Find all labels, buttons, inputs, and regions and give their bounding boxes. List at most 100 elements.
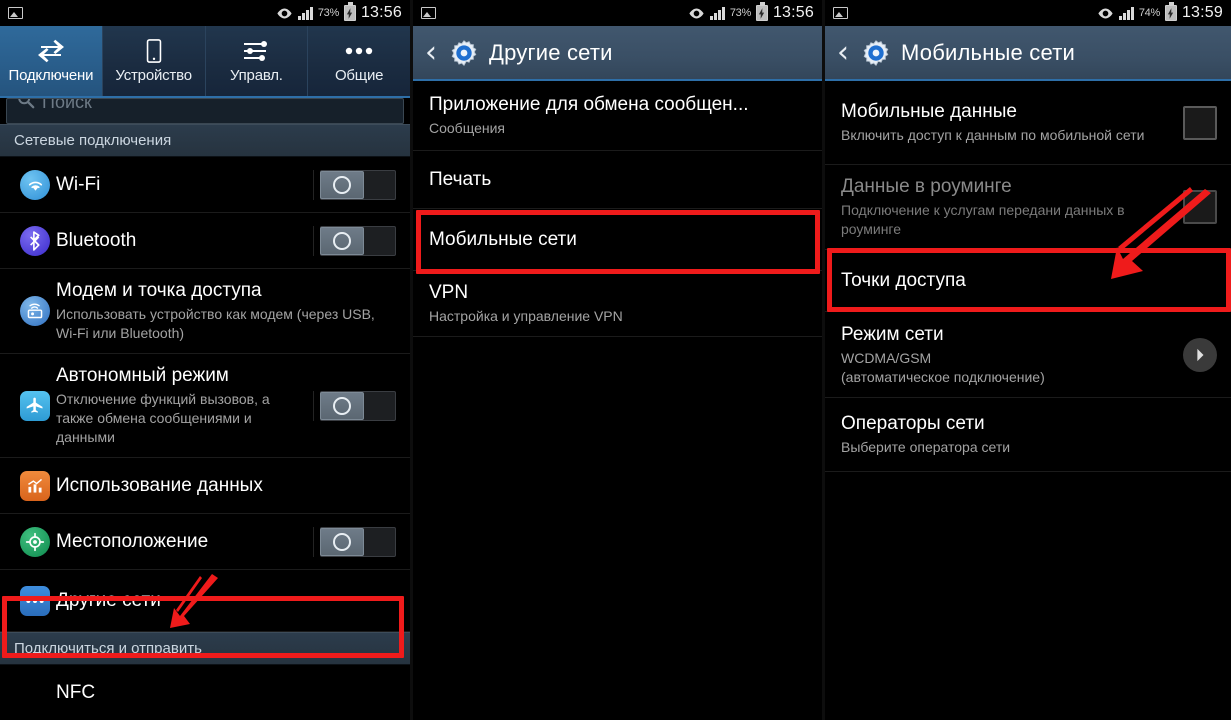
screen-mobile-networks: 74% 13:59 ‹ Мобильные сети Мобильные дан…	[822, 0, 1231, 720]
more-networks-icon	[14, 585, 56, 616]
battery-charging-icon	[755, 2, 768, 21]
eye-icon	[276, 7, 293, 20]
row-nfc[interactable]: NFC	[0, 665, 410, 720]
row-title: Автономный режим	[56, 365, 229, 386]
clock-label: 13:59	[1181, 4, 1223, 21]
row-network-mode[interactable]: Режим сети WCDMA/GSM (автоматическое под…	[825, 312, 1231, 398]
location-icon	[14, 526, 56, 557]
row-subtitle: Отключение функций вызовов, а также обме…	[56, 391, 270, 445]
row-airplane-mode[interactable]: Автономный режим Отключение функций вызо…	[0, 354, 410, 458]
back-chevron-icon[interactable]: ‹	[425, 37, 439, 68]
image-icon	[8, 7, 23, 19]
data-roaming-checkbox[interactable]	[1183, 190, 1217, 224]
tethering-icon	[14, 296, 56, 326]
row-subtitle: Настройка и управление VPN	[429, 308, 623, 324]
battery-percent-label: 74%	[1138, 7, 1160, 19]
row-mobile-data[interactable]: Мобильные данные Включить доступ к данны…	[825, 81, 1231, 165]
network-mode-chevron-right-icon[interactable]	[1183, 337, 1217, 372]
row-access-points[interactable]: Точки доступа	[825, 250, 1231, 312]
search-input[interactable]: Поиск	[6, 98, 404, 124]
row-tethering[interactable]: Модем и точка доступа Использовать устро…	[0, 269, 410, 354]
row-title: Bluetooth	[56, 229, 137, 251]
row-data-roaming[interactable]: Данные в роуминге Подключение к услугам …	[825, 165, 1231, 250]
row-vpn[interactable]: VPN Настройка и управление VPN	[413, 271, 822, 337]
battery-charging-icon	[343, 2, 356, 21]
tab-general-label: Общие	[334, 67, 384, 84]
section-header-connect-and-share: Подключиться и отправить	[0, 632, 410, 665]
tab-device[interactable]: Устройство	[103, 26, 206, 96]
action-bar: ‹ Другие сети	[413, 26, 822, 81]
row-title: Местоположение	[56, 530, 209, 552]
row-title: Данные в роуминге	[841, 176, 1012, 197]
row-subtitle: Подключение к услугам передани данных в …	[841, 202, 1125, 237]
signal-icon	[1118, 6, 1134, 20]
screen-connections: 73% 13:56 Подключени Устройство Управл. …	[0, 0, 410, 720]
row-title: Мобильные сети	[429, 228, 577, 250]
tab-general[interactable]: Общие	[308, 26, 410, 96]
row-title: Модем и точка доступа	[56, 280, 262, 301]
row-title: Точки доступа	[841, 269, 966, 291]
action-bar: ‹ Мобильные сети	[825, 26, 1231, 81]
wifi-icon	[14, 169, 56, 200]
status-bar: 73% 13:56	[0, 0, 410, 26]
image-icon	[421, 7, 436, 19]
clock-label: 13:56	[360, 4, 402, 21]
airplane-icon	[14, 390, 56, 421]
screen-other-networks: 73% 13:56 ‹ Другие сети Приложение для о…	[410, 0, 822, 720]
row-subtitle: WCDMA/GSM (автоматическое подключение)	[841, 349, 1045, 385]
three-phone-screenshots: 73% 13:56 Подключени Устройство Управл. …	[0, 0, 1231, 720]
signal-icon	[709, 6, 725, 20]
clock-label: 13:56	[772, 4, 814, 21]
row-title: NFC	[56, 681, 96, 703]
eye-icon	[1097, 7, 1114, 20]
row-title: Режим сети	[841, 323, 944, 345]
row-location[interactable]: Местоположение	[0, 514, 410, 570]
settings-tab-bar: Подключени Устройство Управл. Общие	[0, 26, 410, 98]
search-icon	[17, 99, 35, 114]
tab-connections[interactable]: Подключени	[0, 26, 103, 96]
status-bar: 73% 13:56	[413, 0, 822, 26]
status-bar: 74% 13:59	[825, 0, 1231, 26]
row-printing[interactable]: Печать	[413, 151, 822, 209]
row-network-operators[interactable]: Операторы сети Выберите оператора сети	[825, 398, 1231, 472]
row-title: Другие сети	[56, 589, 161, 611]
row-mobile-networks[interactable]: Мобильные сети	[413, 209, 822, 271]
action-bar-title: Другие сети	[489, 39, 613, 65]
row-subtitle: Сообщения	[429, 120, 505, 136]
row-subtitle: Выберите оператора сети	[841, 439, 1011, 455]
row-subtitle: Использовать устройство как модем (через…	[56, 306, 375, 341]
sliders-icon	[243, 38, 269, 64]
tab-device-label: Устройство	[115, 67, 192, 84]
bluetooth-toggle[interactable]	[320, 225, 396, 256]
status-bar-left	[8, 7, 23, 19]
row-data-usage[interactable]: Использование данных	[0, 458, 410, 514]
signal-icon	[297, 6, 313, 20]
row-title: Использование данных	[56, 474, 263, 496]
tab-controls[interactable]: Управл.	[206, 26, 309, 96]
tab-controls-label: Управл.	[229, 67, 283, 84]
row-bluetooth[interactable]: Bluetooth	[0, 213, 410, 269]
settings-gear-icon	[861, 38, 891, 68]
row-title: Wi-Fi	[56, 173, 101, 195]
more-dots-icon	[345, 38, 373, 64]
mobile-data-checkbox[interactable]	[1183, 105, 1217, 140]
row-title: VPN	[429, 282, 469, 303]
row-subtitle: Включить доступ к данным по мобильной се…	[841, 127, 1145, 143]
airplane-toggle[interactable]	[320, 390, 396, 421]
back-chevron-icon[interactable]: ‹	[837, 37, 851, 68]
bluetooth-icon	[14, 225, 56, 256]
phone-icon	[146, 38, 162, 64]
section-header-network-connections: Сетевые подключения	[0, 124, 410, 157]
row-wifi[interactable]: Wi-Fi	[0, 157, 410, 213]
tab-connections-label: Подключени	[8, 67, 94, 84]
wifi-toggle[interactable]	[320, 169, 396, 200]
row-title: Мобильные данные	[841, 101, 1017, 122]
settings-gear-icon	[449, 38, 479, 68]
action-bar-title: Мобильные сети	[901, 39, 1075, 65]
data-usage-icon	[14, 470, 56, 501]
row-more-networks[interactable]: Другие сети	[0, 570, 410, 632]
search-placeholder: Поиск	[42, 98, 92, 112]
location-toggle[interactable]	[320, 526, 396, 557]
row-messaging-app[interactable]: Приложение для обмена сообщен... Сообщен…	[413, 81, 822, 151]
row-title: Приложение для обмена сообщен...	[429, 94, 749, 115]
